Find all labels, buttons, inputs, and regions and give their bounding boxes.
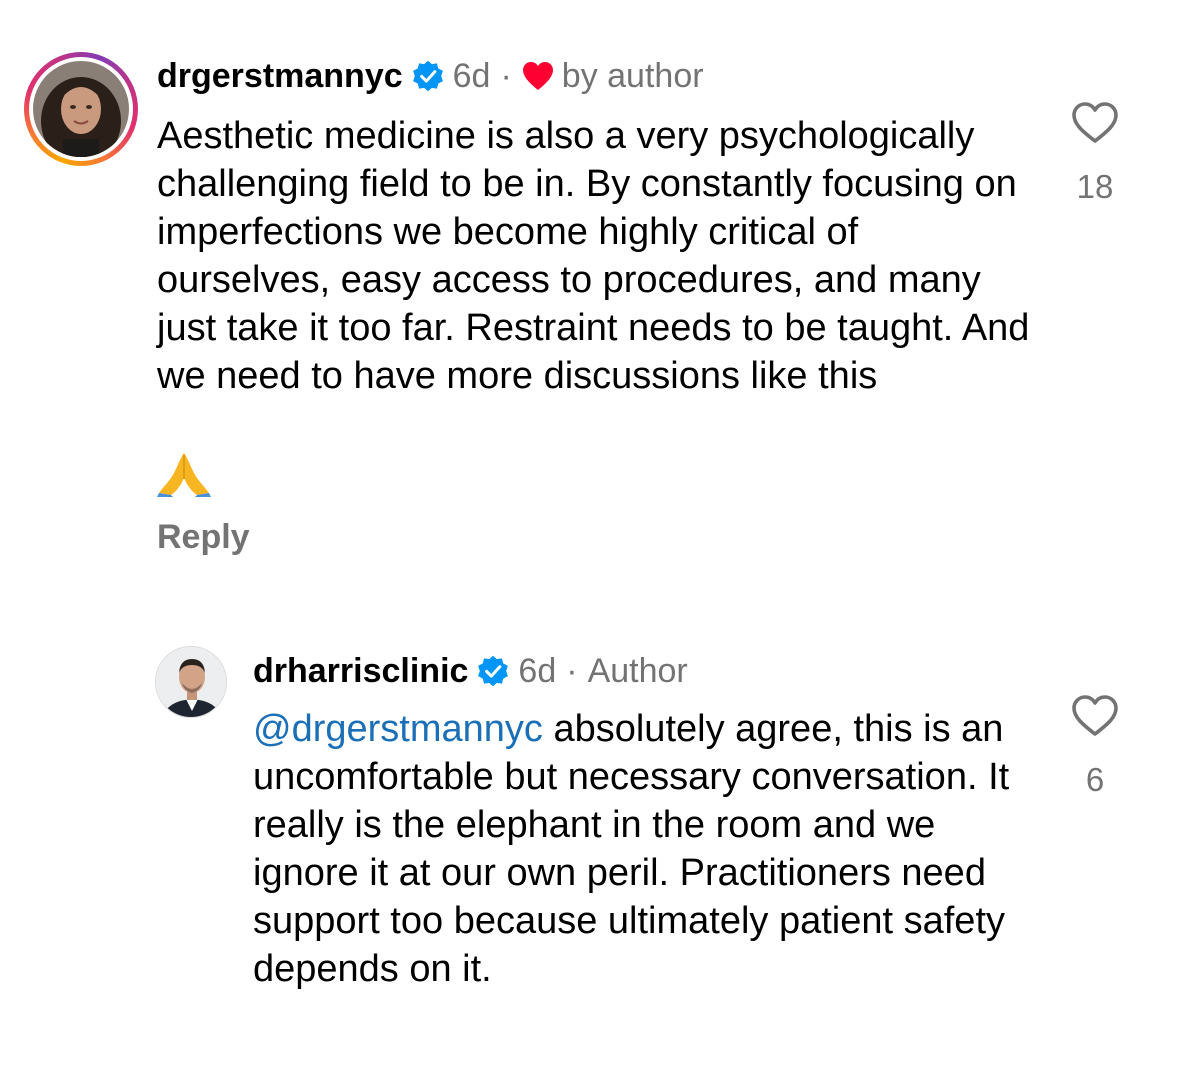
author-label: Author — [587, 652, 688, 690]
liked-by-author-label: by author — [561, 57, 704, 95]
author-liked-heart-icon — [522, 62, 553, 90]
like-column: 18 — [1065, 101, 1125, 206]
like-column: 6 — [1065, 694, 1125, 799]
comment-body: Aesthetic medicine is also a very psycho… — [157, 115, 1030, 397]
username[interactable]: drharrisclinic — [253, 651, 468, 691]
avatar-photo — [156, 647, 226, 717]
comment-meta: drgerstmannyc 6d · by author — [157, 56, 704, 96]
comment-text: @drgerstmannyc absolutely agree, this is… — [253, 705, 1013, 993]
avatar[interactable] — [155, 646, 227, 718]
like-heart-icon[interactable] — [1071, 101, 1119, 145]
comment-body: absolutely agree, this is an uncomfortab… — [253, 708, 1010, 990]
comment-meta: drharrisclinic 6d · Author — [253, 651, 688, 691]
like-heart-icon[interactable] — [1071, 694, 1119, 738]
comment-time: 6d — [452, 57, 491, 95]
like-count: 6 — [1085, 761, 1105, 798]
verified-badge-icon — [478, 655, 509, 687]
mention-link[interactable]: @drgerstmannyc — [253, 708, 543, 750]
like-count: 18 — [1076, 168, 1114, 205]
comment-text: Aesthetic medicine is also a very psycho… — [157, 112, 1037, 400]
username[interactable]: drgerstmannyc — [157, 56, 403, 96]
reply-button[interactable]: Reply — [157, 518, 250, 557]
avatar-photo — [33, 61, 129, 157]
avatar[interactable] — [33, 61, 129, 157]
separator-dot: · — [566, 652, 578, 690]
comment-time: 6d — [518, 652, 557, 690]
verified-badge-icon — [412, 60, 443, 92]
folded-hands-emoji-icon — [157, 453, 211, 497]
separator-dot: · — [500, 57, 512, 95]
